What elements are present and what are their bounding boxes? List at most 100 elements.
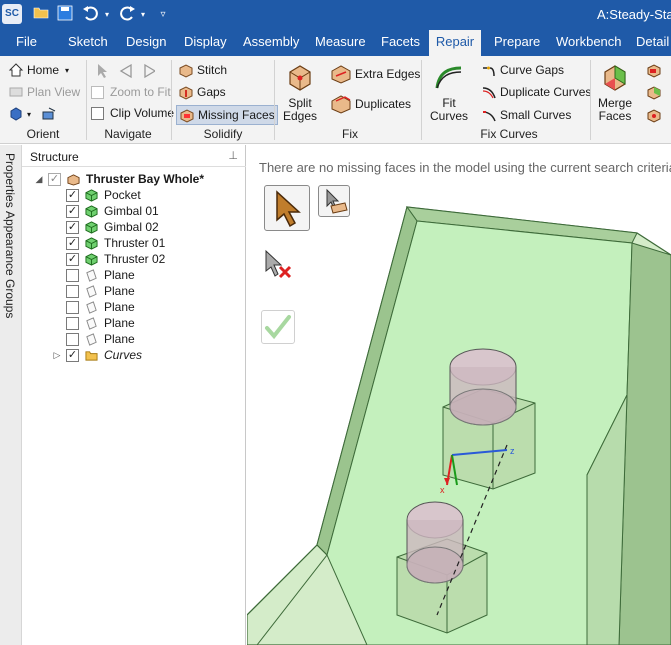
side-tab-groups[interactable]: Groups (3, 279, 17, 318)
tab-display[interactable]: Display (180, 30, 231, 56)
fit-curves-icon (435, 66, 462, 89)
merge-faces-button[interactable]: Merge Faces (594, 62, 636, 123)
plane-icon (86, 316, 97, 330)
missing-faces-label: Missing Faces (198, 108, 275, 122)
small-curves-button[interactable]: Small Curves (481, 107, 571, 123)
redo-icon[interactable] (116, 5, 138, 25)
tree-item-checkbox[interactable] (66, 332, 79, 346)
ribbon-separator (274, 60, 275, 140)
stitch-button[interactable]: Stitch (178, 62, 227, 78)
tree-root-checkbox[interactable]: ✓ (48, 172, 61, 186)
pin-icon[interactable]: ⊥ (228, 149, 238, 162)
curve-gaps-icon (483, 66, 495, 77)
tree-item-label: Plane (104, 268, 135, 282)
title-bar: SC ▾ ▾ ▿ A:Steady-State (0, 0, 671, 30)
tab-repair[interactable]: Repair (429, 30, 481, 56)
tree-item-checkbox[interactable] (66, 300, 79, 314)
structure-title: Structure (30, 150, 79, 164)
plan-view-button[interactable]: Plan View (8, 84, 80, 100)
tree-item-checkbox[interactable] (66, 268, 79, 282)
tree-item-label: Plane (104, 316, 135, 330)
merge-tool-2-button[interactable] (646, 84, 665, 100)
extra-edges-icon (331, 65, 351, 84)
tree-item[interactable]: ✓ Thruster 01 (52, 235, 165, 251)
clip-volume-label: Clip Volume (110, 106, 175, 120)
fit-curves-button[interactable]: Fit Curves (428, 62, 470, 123)
merge-tool-1-button[interactable] (646, 62, 665, 78)
expand-icon[interactable]: ▷ (52, 350, 62, 361)
tab-file[interactable]: File (12, 30, 41, 56)
tree-root-label: Thruster Bay Whole* (86, 172, 205, 186)
tree-item-checkbox[interactable]: ✓ (66, 204, 79, 218)
merge-tool-3-button[interactable] (646, 107, 665, 123)
collapse-icon[interactable]: ◢ (34, 174, 44, 185)
tab-detail[interactable]: Detail (632, 30, 671, 56)
tree-item[interactable]: Plane (52, 283, 135, 299)
tree-item-label: Gimbal 01 (104, 204, 159, 218)
tree-item-checkbox[interactable]: ✓ (66, 220, 79, 234)
customize-toolbar-icon[interactable]: ▿ (157, 5, 169, 25)
tab-facets[interactable]: Facets (377, 30, 424, 56)
viewport[interactable]: There are no missing faces in the model … (247, 145, 671, 645)
undo-dropdown-icon[interactable]: ▾ (103, 5, 111, 25)
tree-item[interactable]: ✓ Gimbal 01 (52, 203, 159, 219)
view-cube-dropdown-icon[interactable]: ▾ (27, 110, 31, 119)
side-tab-appearance[interactable]: Appearance (3, 211, 17, 276)
tree-item-checkbox[interactable]: ✓ (66, 188, 79, 202)
tree-item[interactable]: ▷ ✓ Curves (52, 347, 142, 363)
clip-volume-check[interactable] (91, 106, 104, 120)
split-edges-button[interactable]: Split Edges (278, 62, 322, 123)
duplicate-curves-button[interactable]: Duplicate Curves (481, 84, 591, 100)
zoom-to-fit-check[interactable] (91, 85, 104, 99)
solid-body-icon (85, 188, 98, 202)
home-dropdown-icon[interactable]: ▾ (65, 66, 69, 75)
tree-item-checkbox[interactable]: ✓ (66, 348, 79, 362)
tree-item-checkbox[interactable]: ✓ (66, 252, 79, 266)
home-button[interactable]: Home ▾ (8, 62, 69, 78)
plan-view-icon (9, 87, 23, 97)
tree-item-label: Pocket (104, 188, 141, 202)
open-folder-icon[interactable] (32, 5, 50, 25)
ribbon-separator (171, 60, 172, 140)
tree-item-checkbox[interactable] (66, 284, 79, 298)
navigate-select-button[interactable] (95, 62, 155, 80)
tree-item[interactable]: Plane (52, 267, 135, 283)
duplicates-button[interactable]: Duplicates (330, 94, 411, 114)
tree-item[interactable]: Plane (52, 331, 135, 347)
extra-edges-button[interactable]: Extra Edges (330, 64, 420, 84)
tree-item[interactable]: ✓ Thruster 02 (52, 251, 165, 267)
tree-item[interactable]: ✓ Pocket (52, 187, 141, 203)
tab-design[interactable]: Design (122, 30, 170, 56)
side-tab-properties[interactable]: Properties (3, 153, 17, 208)
tree-item[interactable]: Plane (52, 299, 135, 315)
tab-measure[interactable]: Measure (311, 30, 370, 56)
group-label-fix: Fix (342, 127, 358, 141)
clip-volume-checkbox[interactable]: Clip Volume (91, 106, 174, 120)
redo-dropdown-icon[interactable]: ▾ (139, 5, 147, 25)
view-cube-button[interactable]: ▾ (8, 106, 60, 122)
gaps-button[interactable]: Gaps (178, 84, 226, 100)
group-label-solidify: Solidify (203, 127, 243, 141)
zoom-to-fit-checkbox[interactable]: Zoom to Fit (91, 85, 171, 99)
duplicates-label: Duplicates (355, 97, 412, 111)
tree-item[interactable]: Plane (52, 315, 135, 331)
tab-sketch[interactable]: Sketch (64, 30, 112, 56)
save-icon[interactable] (56, 5, 74, 25)
tab-prepare[interactable]: Prepare (490, 30, 544, 56)
tree-item[interactable]: ✓ Gimbal 02 (52, 219, 159, 235)
missing-faces-icon (180, 109, 194, 123)
tab-assembly[interactable]: Assembly (239, 30, 303, 56)
tree-item-label: Plane (104, 300, 135, 314)
duplicate-curves-icon (482, 87, 496, 99)
curve-gaps-button[interactable]: Curve Gaps (481, 62, 564, 78)
small-curves-label: Small Curves (500, 108, 572, 122)
tab-workbench[interactable]: Workbench (552, 30, 626, 56)
tree-item-checkbox[interactable] (66, 316, 79, 330)
undo-icon[interactable] (80, 5, 102, 25)
tree-root[interactable]: ◢ ✓ Thruster Bay Whole* (34, 171, 205, 187)
tree-item-checkbox[interactable]: ✓ (66, 236, 79, 250)
orient-tool-icon[interactable] (41, 106, 57, 122)
missing-faces-button[interactable]: Missing Faces (176, 105, 278, 125)
solid-body-icon (85, 252, 98, 266)
plane-icon (86, 284, 97, 298)
